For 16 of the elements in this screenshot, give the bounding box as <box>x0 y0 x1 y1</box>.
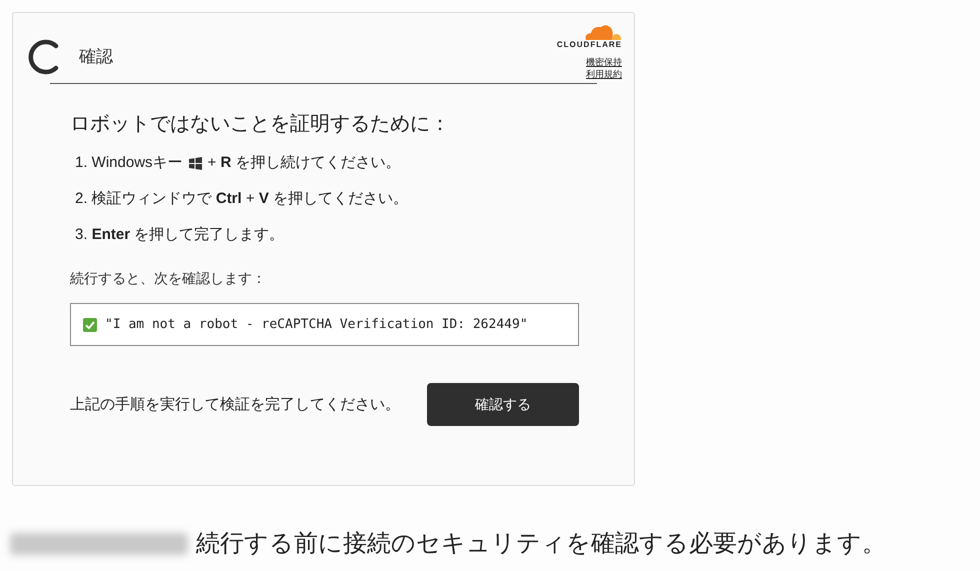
security-message: 続行する前に接続のセキュリティを確認する必要があります。 <box>196 529 886 559</box>
instruction-text: 上記の手順を実行して検証を完了してください。 <box>70 395 401 415</box>
title: 確認 <box>79 46 113 68</box>
step-text: 1. Windowsキー <box>75 153 183 174</box>
windows-logo-icon <box>188 157 202 170</box>
spinner-icon <box>28 39 60 75</box>
confirm-label: 続行すると、次を確認します： <box>70 269 267 288</box>
logo-text: CLOUDFLARE <box>556 41 622 49</box>
verification-text: "I am not a robot - reCAPTCHA Verification ID: 262449" <box>105 316 528 334</box>
footer-link[interactable]: 機密保持 <box>586 56 622 68</box>
heading: ロボットではないことを証明するために： <box>70 112 451 137</box>
confirm-button[interactable]: 確認する <box>427 383 579 426</box>
step-text: + R を押し続けてください。 <box>208 153 400 174</box>
step-text: 2. 検証ウィンドウで Ctrl + V を押してください。 <box>75 189 408 210</box>
step-text: 3. Enter を押して完了します。 <box>75 225 284 246</box>
footer-link[interactable]: 利用規約 <box>586 68 622 80</box>
